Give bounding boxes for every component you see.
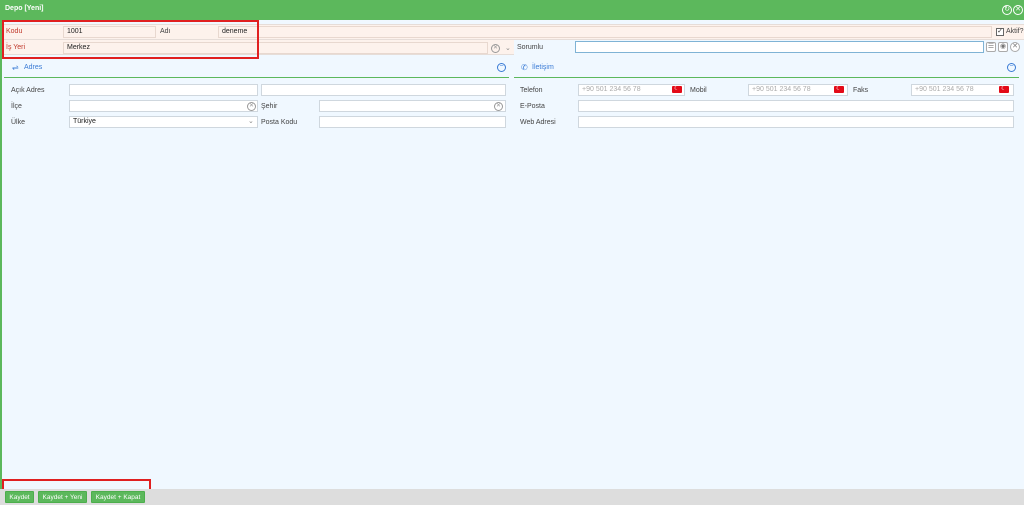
- posta-kodu-input[interactable]: [319, 116, 506, 128]
- sehir-label: Şehir: [261, 103, 278, 110]
- phone-icon: ✆: [521, 63, 528, 72]
- ulke-select[interactable]: Türkiye: [69, 116, 258, 128]
- adi-input[interactable]: deneme: [218, 26, 992, 38]
- sorumlu-input[interactable]: [575, 41, 984, 53]
- highlight-box-header: [2, 20, 259, 59]
- aktif-label: Aktif?: [1006, 28, 1024, 35]
- mobil-label: Mobil: [690, 87, 707, 94]
- mobil-input[interactable]: +90 501 234 56 78: [748, 84, 848, 96]
- sehir-input[interactable]: [319, 100, 506, 112]
- eposta-label: E-Posta: [520, 103, 545, 110]
- window-titlebar: Depo [Yeni] ↻ ✕: [0, 0, 1024, 20]
- save-button[interactable]: Kaydet: [5, 491, 34, 503]
- turkey-flag-icon[interactable]: [834, 85, 844, 93]
- adres-section-header: ⇌ Adres −: [4, 60, 509, 78]
- save-new-button[interactable]: Kaydet + Yeni: [38, 491, 87, 503]
- turkey-flag-icon[interactable]: [999, 85, 1009, 93]
- list-icon[interactable]: ☰: [986, 42, 996, 52]
- window-title: Depo [Yeni]: [5, 5, 44, 12]
- clear-icon[interactable]: ✕: [494, 102, 503, 111]
- posta-kodu-label: Posta Kodu: [261, 119, 298, 126]
- refresh-icon[interactable]: ↻: [1002, 5, 1012, 15]
- acik-adres-input-2[interactable]: [261, 84, 506, 96]
- collapse-icon[interactable]: −: [497, 63, 506, 72]
- signpost-icon: ⇌: [12, 63, 19, 72]
- ilce-input[interactable]: [69, 100, 258, 112]
- clear-icon[interactable]: ✕: [1010, 42, 1020, 52]
- footer-bar: [0, 489, 1024, 505]
- web-input[interactable]: [578, 116, 1014, 128]
- sorumlu-label: Sorumlu: [517, 44, 544, 51]
- iletisim-title: İletişim: [532, 64, 554, 71]
- save-close-button[interactable]: Kaydet + Kapat: [91, 491, 145, 503]
- collapse-icon[interactable]: −: [1007, 63, 1016, 72]
- clear-icon[interactable]: ✕: [491, 44, 500, 53]
- iletisim-section-header: ✆ İletişim −: [514, 60, 1019, 78]
- close-icon[interactable]: ✕: [1013, 5, 1023, 15]
- chevron-down-icon[interactable]: ⌄: [505, 44, 511, 52]
- clear-icon[interactable]: ✕: [247, 102, 256, 111]
- eposta-input[interactable]: [578, 100, 1014, 112]
- aktif-checkbox[interactable]: ✓: [996, 28, 1004, 36]
- adres-title: Adres: [24, 64, 43, 71]
- web-label: Web Adresi: [520, 119, 556, 126]
- telefon-input[interactable]: +90 501 234 56 78: [578, 84, 685, 96]
- ulke-label: Ülke: [11, 119, 26, 126]
- chevron-down-icon[interactable]: ⌄: [248, 117, 254, 125]
- acik-adres-input-1[interactable]: [69, 84, 258, 96]
- turkey-flag-icon[interactable]: [672, 85, 682, 93]
- ilce-label: İlçe: [11, 103, 22, 110]
- telefon-label: Telefon: [520, 87, 543, 94]
- faks-label: Faks: [853, 87, 869, 94]
- eye-icon[interactable]: ◉: [998, 42, 1008, 52]
- acik-adres-label: Açık Adres: [11, 87, 45, 94]
